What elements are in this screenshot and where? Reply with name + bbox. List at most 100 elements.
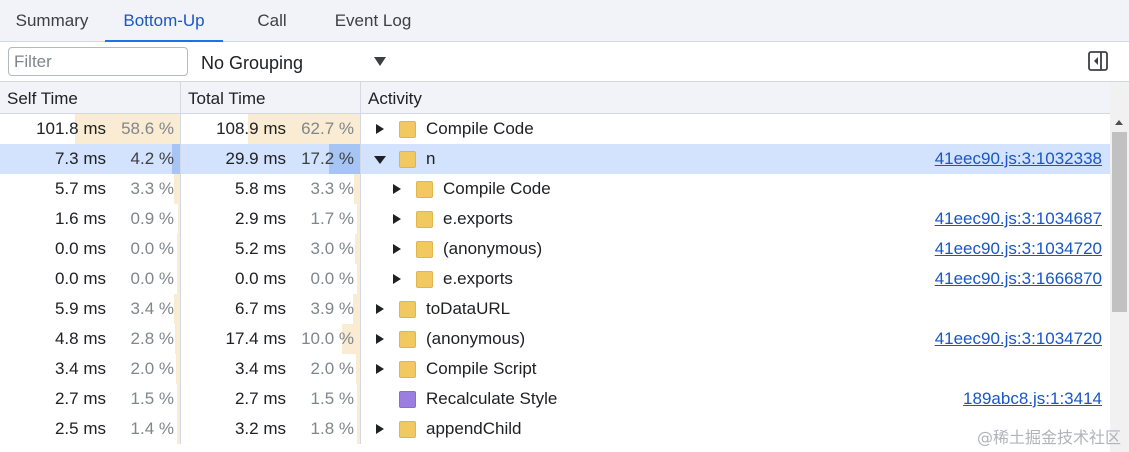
self-time-cell: 0.0 ms 0.0 % xyxy=(0,264,181,294)
self-time-cell: 1.6 ms 0.9 % xyxy=(0,204,181,234)
bottom-up-table: 101.8 ms 58.6 % 108.9 ms 62.7 % Compile Code… xyxy=(0,114,1110,452)
category-color-swatch xyxy=(416,271,433,288)
tab-event-log[interactable]: Event Log xyxy=(333,0,413,41)
total-time-cell: 2.7 ms 1.5 % xyxy=(181,384,361,414)
expand-triangle-right-icon[interactable] xyxy=(390,264,404,294)
total-time-cell: 2.9 ms 1.7 % xyxy=(181,204,361,234)
source-link[interactable]: 189abc8.js:1:3414 xyxy=(963,384,1102,414)
table-row[interactable]: 2.5 ms 1.4 % 3.2 ms 1.8 % appendChild xyxy=(0,414,1110,444)
self-time-bar xyxy=(177,414,180,444)
self-time-ms: 4.8 ms xyxy=(54,329,106,348)
category-color-swatch xyxy=(399,361,416,378)
total-time-cell: 3.4 ms 2.0 % xyxy=(181,354,361,384)
table-row[interactable]: 7.3 ms 4.2 % 29.9 ms 17.2 % n 41eec90.js:3:10… xyxy=(0,144,1110,174)
self-time-ms: 2.7 ms xyxy=(54,389,106,408)
self-time-bar xyxy=(174,174,180,204)
total-time-cell: 0.0 ms 0.0 % xyxy=(181,264,361,294)
expand-triangle-right-icon[interactable] xyxy=(373,414,387,444)
expand-triangle-right-icon[interactable] xyxy=(390,234,404,264)
table-row[interactable]: 4.8 ms 2.8 % 17.4 ms 10.0 % (anonymous) 41eec… xyxy=(0,324,1110,354)
toolbar: No Grouping xyxy=(0,42,1129,82)
tab-bar: Summary Bottom-Up Call Tree Event Log xyxy=(0,0,1129,72)
filter-input[interactable] xyxy=(8,47,188,76)
table-row[interactable]: 5.9 ms 3.4 % 6.7 ms 3.9 % toDataURL xyxy=(0,294,1110,324)
table-row[interactable]: 3.4 ms 2.0 % 3.4 ms 2.0 % Compile Script xyxy=(0,354,1110,384)
total-time-percent: 3.3 % xyxy=(310,179,354,198)
tab-summary[interactable]: Summary xyxy=(14,0,90,41)
table-row[interactable]: 0.0 ms 0.0 % 0.0 ms 0.0 % e.exports 41eec90.j… xyxy=(0,264,1110,294)
self-time-bar xyxy=(174,324,180,354)
self-time-ms: 0.0 ms xyxy=(54,239,106,258)
expand-triangle-right-icon[interactable] xyxy=(373,294,387,324)
self-time-percent: 1.5 % xyxy=(130,389,174,408)
total-time-ms: 29.9 ms xyxy=(225,149,286,168)
column-header-total-time[interactable]: Total Time xyxy=(181,82,361,114)
activity-name: Compile Code xyxy=(426,119,534,138)
total-time-percent: 3.9 % xyxy=(310,299,354,318)
column-header-activity[interactable]: Activity xyxy=(361,82,1110,114)
table-row[interactable]: 0.0 ms 0.0 % 5.2 ms 3.0 % (anonymous) 41eec90… xyxy=(0,234,1110,264)
self-time-percent: 4.2 % xyxy=(130,149,174,168)
self-time-bar xyxy=(177,234,180,264)
total-time-cell: 5.2 ms 3.0 % xyxy=(181,234,361,264)
tab-call-tree[interactable]: Call Tree xyxy=(238,0,306,72)
self-time-cell: 3.4 ms 2.0 % xyxy=(0,354,181,384)
chevron-down-icon[interactable] xyxy=(374,57,386,66)
category-color-swatch xyxy=(416,211,433,228)
total-time-ms: 108.9 ms xyxy=(216,119,286,138)
total-time-ms: 0.0 ms xyxy=(234,269,286,288)
table-row[interactable]: 2.7 ms 1.5 % 2.7 ms 1.5 % Recalculate Style 1… xyxy=(0,384,1110,414)
expand-triangle-right-icon[interactable] xyxy=(390,204,404,234)
vertical-scrollbar[interactable] xyxy=(1110,82,1129,452)
total-time-ms: 6.7 ms xyxy=(234,299,286,318)
activity-name: (anonymous) xyxy=(426,329,526,348)
table-row[interactable]: 5.7 ms 3.3 % 5.8 ms 3.3 % Compile Code xyxy=(0,174,1110,204)
total-time-ms: 17.4 ms xyxy=(225,329,286,348)
self-time-ms: 1.6 ms xyxy=(54,209,106,228)
scrollbar-thumb[interactable] xyxy=(1112,132,1127,312)
expand-triangle-right-icon[interactable] xyxy=(373,114,387,144)
column-header-self-time[interactable]: Self Time xyxy=(0,82,181,114)
table-row[interactable]: 1.6 ms 0.9 % 2.9 ms 1.7 % e.exports 41eec90.j… xyxy=(0,204,1110,234)
activity-name: n xyxy=(426,149,436,168)
expand-triangle-right-icon[interactable] xyxy=(390,174,404,204)
self-time-cell: 5.9 ms 3.4 % xyxy=(0,294,181,324)
table-row[interactable]: 101.8 ms 58.6 % 108.9 ms 62.7 % Compile Code xyxy=(0,114,1110,144)
activity-name: (anonymous) xyxy=(443,239,543,258)
total-time-bar xyxy=(354,234,360,264)
total-time-ms: 5.8 ms xyxy=(234,179,286,198)
total-time-percent: 1.5 % xyxy=(310,389,354,408)
self-time-bar xyxy=(173,294,180,324)
activity-name: toDataURL xyxy=(426,299,511,318)
sidebar-toggle-icon[interactable] xyxy=(1088,51,1108,71)
self-time-bar xyxy=(177,264,180,294)
self-time-cell: 101.8 ms 58.6 % xyxy=(0,114,181,144)
total-time-bar xyxy=(356,354,360,384)
total-time-percent: 1.7 % xyxy=(310,209,354,228)
expand-triangle-right-icon[interactable] xyxy=(373,354,387,384)
self-time-ms: 101.8 ms xyxy=(36,119,106,138)
category-color-swatch xyxy=(399,151,416,168)
source-link[interactable]: 41eec90.js:3:1666870 xyxy=(935,264,1102,294)
category-color-swatch xyxy=(416,241,433,258)
scroll-up-arrow-icon[interactable] xyxy=(1115,120,1123,125)
total-time-bar xyxy=(357,264,360,294)
self-time-percent: 0.9 % xyxy=(130,209,174,228)
activity-name: e.exports xyxy=(443,269,513,288)
source-link[interactable]: 41eec90.js:3:1034687 xyxy=(935,204,1102,234)
self-time-percent: 3.4 % xyxy=(130,299,174,318)
source-link[interactable]: 41eec90.js:3:1034720 xyxy=(935,324,1102,354)
category-color-swatch xyxy=(399,331,416,348)
tab-bottom-up[interactable]: Bottom-Up xyxy=(105,0,223,42)
grouping-select[interactable]: No Grouping xyxy=(201,42,303,82)
total-time-ms: 3.2 ms xyxy=(234,419,286,438)
source-link[interactable]: 41eec90.js:3:1032338 xyxy=(935,144,1102,174)
category-color-swatch xyxy=(399,121,416,138)
expand-triangle-down-icon[interactable] xyxy=(373,144,387,174)
expand-triangle-right-icon[interactable] xyxy=(373,324,387,354)
total-time-cell: 3.2 ms 1.8 % xyxy=(181,414,361,444)
source-link[interactable]: 41eec90.js:3:1034720 xyxy=(935,234,1102,264)
total-time-ms: 2.7 ms xyxy=(234,389,286,408)
total-time-cell: 29.9 ms 17.2 % xyxy=(181,144,361,174)
self-time-cell: 5.7 ms 3.3 % xyxy=(0,174,181,204)
